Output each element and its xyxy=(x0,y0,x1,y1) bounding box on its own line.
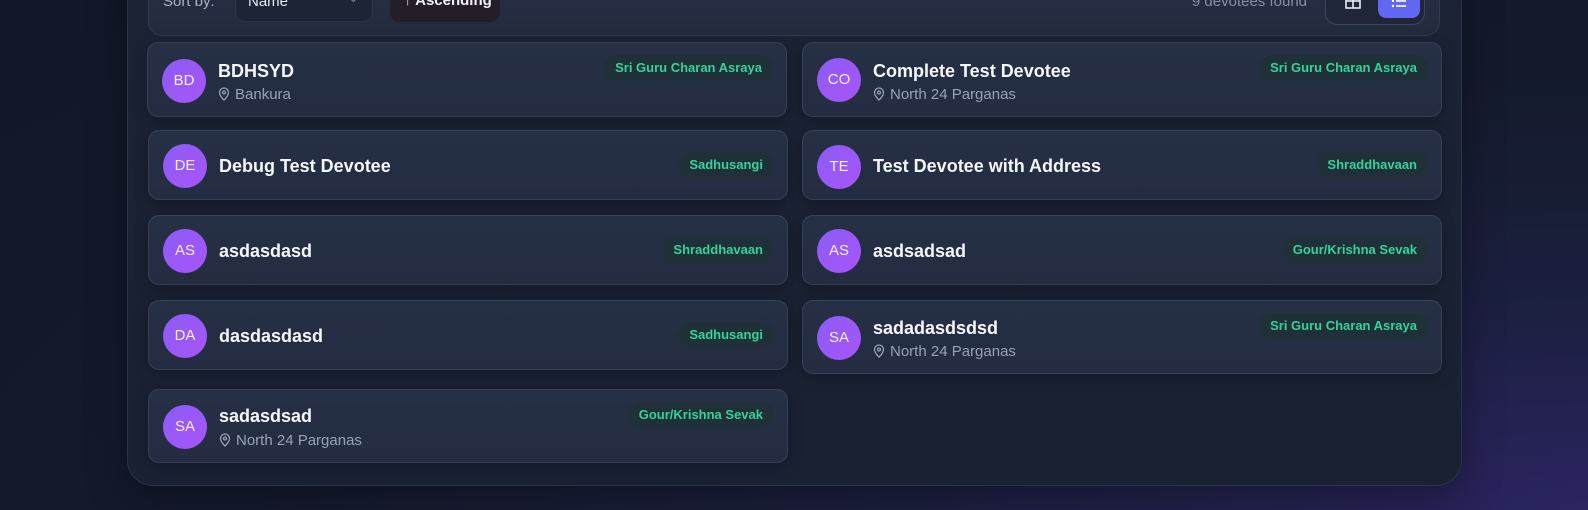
map-pin-icon xyxy=(218,87,230,101)
category-badge: Shraddhavaan xyxy=(1316,152,1428,178)
result-count: 9 devotees found xyxy=(1191,0,1307,10)
category-badge: Sri Guru Charan Asraya xyxy=(604,55,773,81)
chevron-down-icon: ⌄ xyxy=(349,0,358,5)
devotee-card[interactable]: DA dasdasdasd Sadhusangi xyxy=(148,300,788,370)
sort-select-value: Name xyxy=(248,0,289,10)
category-badge: Gour/Krishna Sevak xyxy=(1281,237,1428,263)
grid-icon xyxy=(1345,0,1361,9)
devotee-location-text: North 24 Parganas xyxy=(890,343,1016,360)
devotee-location: Bankura xyxy=(218,86,291,103)
avatar: AS xyxy=(817,229,861,273)
avatar: SA xyxy=(163,405,207,449)
devotee-location: North 24 Parganas xyxy=(873,343,1016,360)
devotee-card[interactable]: SA sadasdsad North 24 Parganas Gour/Kris… xyxy=(148,389,788,463)
category-badge: Sri Guru Charan Asraya xyxy=(1259,55,1428,81)
avatar: CO xyxy=(817,58,861,102)
category-badge: Sri Guru Charan Asraya xyxy=(1259,313,1428,339)
avatar: BD xyxy=(162,59,206,103)
devotee-card[interactable]: DE Debug Test Devotee Sadhusangi xyxy=(148,130,788,200)
list-toolbar: Sort by: Name ⌄ ↑ Ascending 9 devotees f… xyxy=(148,0,1440,36)
map-pin-icon xyxy=(219,433,231,447)
devotee-name: dasdasdasd xyxy=(219,326,324,346)
map-pin-icon xyxy=(873,87,885,101)
devotee-location-text: Bankura xyxy=(235,86,291,103)
devotee-name: Debug Test Devotee xyxy=(219,156,391,176)
category-badge: Sadhusangi xyxy=(678,322,774,348)
devotee-name: BDHSYD xyxy=(218,61,295,81)
sort-label: Sort by: xyxy=(163,0,215,10)
devotee-name: sadasdsad xyxy=(219,406,313,426)
devotee-name: asdsadsad xyxy=(873,241,967,261)
devotee-location: North 24 Parganas xyxy=(219,432,362,449)
sort-order-button[interactable]: ↑ Ascending xyxy=(390,0,500,22)
view-toggle xyxy=(1325,0,1425,25)
devotee-name: Complete Test Devotee xyxy=(873,61,1071,81)
devotee-name: sadadasdsdsd xyxy=(873,318,999,338)
avatar: AS xyxy=(163,229,207,273)
devotee-card[interactable]: TE Test Devotee with Address Shraddhavaa… xyxy=(802,130,1442,200)
devotee-location-text: North 24 Parganas xyxy=(236,432,362,449)
devotee-card[interactable]: AS asdsadsad Gour/Krishna Sevak xyxy=(802,215,1442,285)
avatar: SA xyxy=(817,316,861,360)
devotee-card[interactable]: CO Complete Test Devotee North 24 Pargan… xyxy=(802,42,1442,117)
grid-view-button[interactable] xyxy=(1332,0,1374,18)
avatar: DE xyxy=(163,144,207,188)
list-icon xyxy=(1391,0,1406,8)
devotee-name: asdasdasd xyxy=(219,241,313,261)
devotee-name: Test Devotee with Address xyxy=(873,156,1102,176)
list-view-button[interactable] xyxy=(1378,0,1420,18)
devotee-card[interactable]: BD BDHSYD Bankura Sri Guru Charan Asraya xyxy=(147,42,787,117)
devotee-card[interactable]: SA sadadasdsdsd North 24 Parganas Sri Gu… xyxy=(802,300,1442,374)
category-badge: Shraddhavaan xyxy=(662,237,774,263)
category-badge: Gour/Krishna Sevak xyxy=(627,402,774,428)
devotee-location: North 24 Parganas xyxy=(873,86,1016,103)
sort-select[interactable]: Name ⌄ xyxy=(235,0,373,22)
devotee-card[interactable]: AS asdasdasd Shraddhavaan xyxy=(148,215,788,285)
avatar: TE xyxy=(817,145,861,189)
map-pin-icon xyxy=(873,344,885,358)
devotee-location-text: North 24 Parganas xyxy=(890,86,1016,103)
avatar: DA xyxy=(163,314,207,358)
category-badge: Sadhusangi xyxy=(678,152,774,178)
sort-order-label: ↑ Ascending xyxy=(404,0,492,9)
